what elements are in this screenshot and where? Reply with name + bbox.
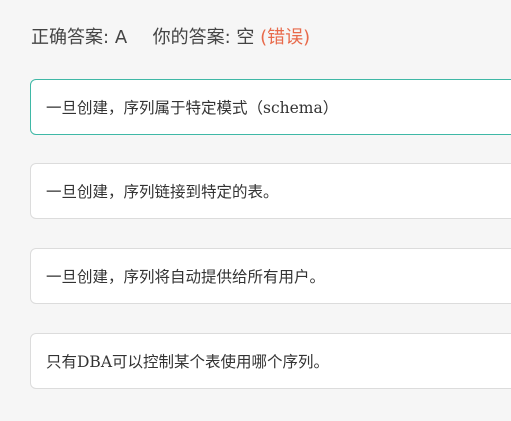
correct-answer-label: 正确答案: [31, 27, 110, 48]
your-answer-label: 你的答案: [152, 27, 231, 48]
option-b-text: 一旦创建，序列链接到特定的表。 [46, 183, 279, 201]
correct-answer-value: A [114, 27, 128, 48]
option-d-text: 只有DBA可以控制某个表使用哪个序列。 [46, 353, 330, 371]
option-a-text: 一旦创建，序列属于特定模式（schema） [46, 99, 339, 117]
option-b[interactable]: 一旦创建，序列链接到特定的表。 [30, 163, 511, 219]
your-answer-value: 空 [236, 27, 255, 48]
result-status: (错误) [260, 27, 311, 48]
option-c-text: 一旦创建，序列将自动提供给所有用户。 [46, 268, 326, 286]
option-d[interactable]: 只有DBA可以控制某个表使用哪个序列。 [30, 333, 511, 389]
answer-summary: 正确答案: A 你的答案: 空 (错误) [31, 26, 310, 50]
option-a[interactable]: 一旦创建，序列属于特定模式（schema） [30, 79, 511, 135]
option-c[interactable]: 一旦创建，序列将自动提供给所有用户。 [30, 248, 511, 304]
